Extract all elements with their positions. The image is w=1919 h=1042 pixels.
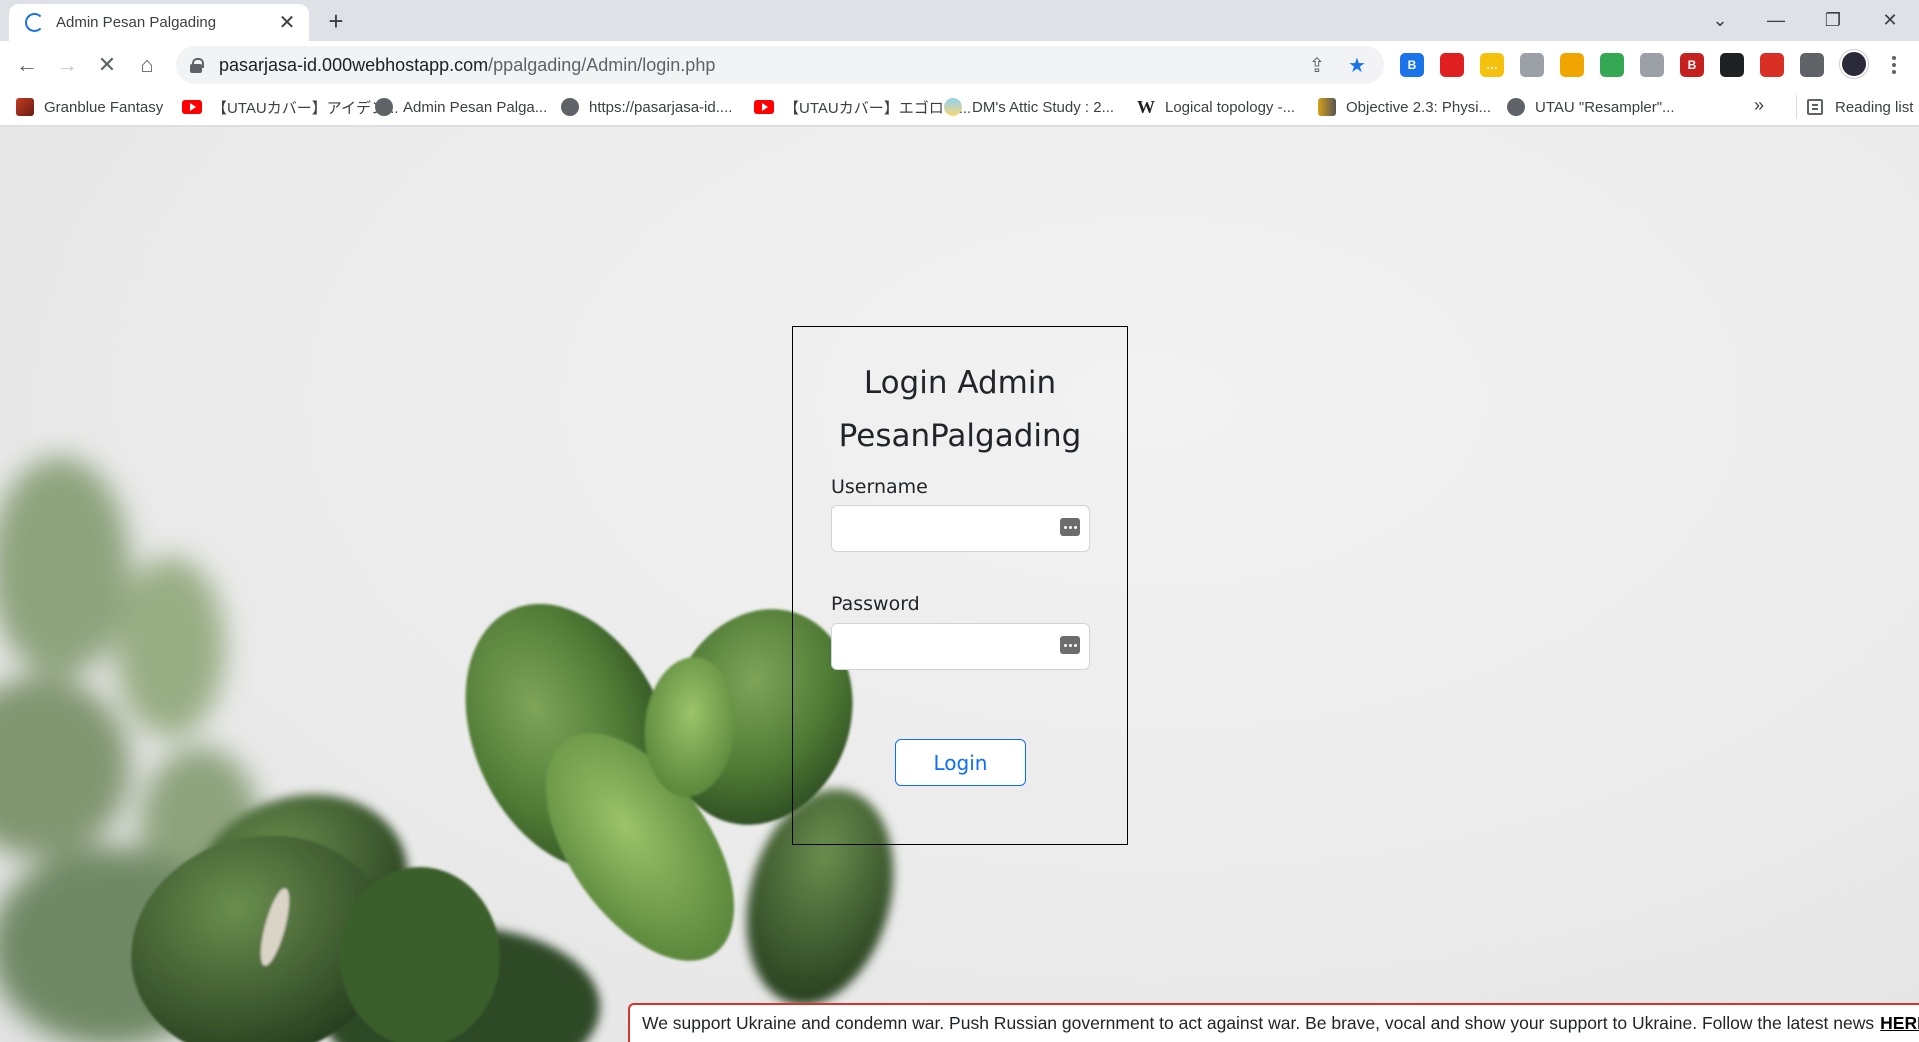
login-title-line2: PesanPalgading <box>838 418 1082 454</box>
password-label: Password <box>831 593 920 615</box>
banner-text: We support Ukraine and condemn war. Push… <box>642 1013 1875 1033</box>
block-extension-icon[interactable] <box>1760 53 1784 77</box>
document-icon[interactable] <box>1520 53 1544 77</box>
bookmark-label: Admin Pesan Palga... <box>403 98 548 116</box>
bookmark-item[interactable]: 【UTAUカバー】エゴロッ... <box>754 95 971 119</box>
browser-toolbar: ← → ✕ ⌂ pasarjasa-id.000webhostapp.com/p… <box>0 41 1919 88</box>
browser-menu-button[interactable] <box>1882 51 1906 79</box>
username-field[interactable] <box>831 505 1090 552</box>
puzzle-icon[interactable] <box>1800 53 1824 77</box>
tab-strip: Admin Pesan Palgading ✕ + ⌄ — ❐ ✕ <box>0 0 1919 41</box>
notes-extension-icon[interactable]: … <box>1480 53 1504 77</box>
bookmark-label: UTAU "Resampler"... <box>1535 98 1675 116</box>
login-button[interactable]: Login <box>895 739 1026 786</box>
login-card: Login Admin PesanPalgading Username Pass… <box>792 326 1128 845</box>
bitwarden-icon[interactable]: B <box>1680 53 1704 77</box>
reading-list-button[interactable]: Reading list <box>1796 95 1913 119</box>
bookmark-label: DM's Attic Study : 2... <box>972 98 1115 116</box>
tampermonkey-icon[interactable] <box>1720 53 1744 77</box>
banner-here-link[interactable]: HERE <box>1880 1013 1919 1034</box>
password-manager-icon[interactable] <box>1060 636 1080 654</box>
bookmark-label: Logical topology -... <box>1165 98 1296 116</box>
bookmark-label: 【UTAUカバー】アイデン... <box>212 99 399 117</box>
tab-title: Admin Pesan Palgading <box>56 14 217 31</box>
restore-button[interactable]: ❐ <box>1805 0 1861 41</box>
share-icon[interactable]: ⇪ <box>1306 54 1328 77</box>
globe-icon <box>1507 98 1525 116</box>
loading-spinner-icon <box>25 13 44 32</box>
reading-list-icon <box>1807 99 1823 115</box>
globe-icon <box>375 98 393 116</box>
url-host: pasarjasa-id.000webhostapp.com <box>219 54 489 75</box>
login-title-line1: Login Admin <box>863 365 1057 401</box>
reading-list-label: Reading list <box>1835 98 1914 116</box>
tab-search-button[interactable]: ⌄ <box>1692 0 1748 41</box>
youtube-icon <box>182 100 202 114</box>
home-button[interactable]: ⌂ <box>130 48 164 82</box>
globe-icon <box>561 98 579 116</box>
bee-extension-icon[interactable] <box>1560 53 1584 77</box>
globe-earth-icon[interactable] <box>1600 53 1624 77</box>
granblue-icon <box>16 98 34 116</box>
lock-icon[interactable] <box>190 58 204 73</box>
bookmark-label: https://pasarjasa-id.... <box>589 98 733 116</box>
ukraine-support-banner: We support Ukraine and condemn war. Push… <box>628 1003 1919 1042</box>
bookmarks-overflow-button[interactable]: » <box>1754 95 1764 116</box>
bookmark-item[interactable]: Granblue Fantasy <box>16 95 163 119</box>
bookmarks-bar: Granblue Fantasy 【UTAUカバー】アイデン... Admin Pe… <box>0 88 1919 126</box>
tab-close-icon[interactable]: ✕ <box>277 12 297 34</box>
bookmark-item[interactable]: DM's Attic Study : 2... <box>944 95 1114 119</box>
b-extension-icon[interactable]: B <box>1400 53 1424 77</box>
password-manager-icon[interactable] <box>1060 518 1080 536</box>
bookmark-item[interactable]: UTAU "Resampler"... <box>1507 95 1675 119</box>
forward-button[interactable]: → <box>50 48 84 82</box>
bookmark-item[interactable]: W Logical topology -... <box>1137 95 1295 119</box>
bookmark-label: Objective 2.3: Physi... <box>1346 98 1492 116</box>
bookmark-item[interactable]: Admin Pesan Palga... <box>375 95 547 119</box>
web-globe-icon[interactable] <box>1640 53 1664 77</box>
wikipedia-icon: W <box>1137 96 1155 117</box>
window-close-button[interactable]: ✕ <box>1862 0 1918 41</box>
page-viewport: Login Admin PesanPalgading Username Pass… <box>0 127 1919 1042</box>
dm-attic-icon <box>944 98 962 116</box>
bookmark-item[interactable]: 【UTAUカバー】アイデン... <box>182 95 398 119</box>
username-label: Username <box>831 476 928 498</box>
bookmark-item[interactable]: https://pasarjasa-id.... <box>561 95 732 119</box>
bookmark-item[interactable]: Objective 2.3: Physi... <box>1318 95 1491 119</box>
address-bar[interactable]: pasarjasa-id.000webhostapp.com/ppalgadin… <box>176 46 1384 84</box>
password-field[interactable] <box>831 623 1090 670</box>
objective-icon <box>1318 98 1336 116</box>
youtube-icon <box>754 100 774 114</box>
stop-loading-button[interactable]: ✕ <box>90 48 124 82</box>
minimize-button[interactable]: — <box>1748 0 1804 41</box>
bookmark-label: Granblue Fantasy <box>44 98 164 116</box>
bookmark-star-icon[interactable]: ★ <box>1346 54 1368 77</box>
profile-avatar[interactable] <box>1840 50 1868 78</box>
ublock-icon[interactable] <box>1440 53 1464 77</box>
new-tab-button[interactable]: + <box>322 6 350 36</box>
url-path: /ppalgading/Admin/login.php <box>488 54 716 75</box>
back-button[interactable]: ← <box>10 48 44 82</box>
browser-tab[interactable]: Admin Pesan Palgading ✕ <box>9 4 309 41</box>
